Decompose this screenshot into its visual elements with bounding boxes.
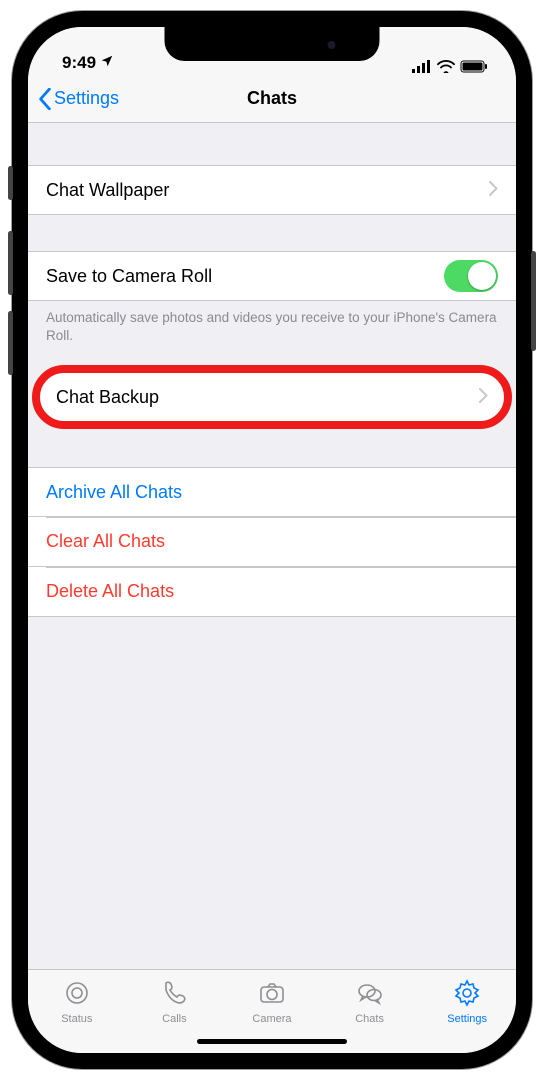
- tab-calls[interactable]: Calls: [126, 978, 224, 1025]
- camera-icon: [257, 978, 287, 1011]
- navigation-bar: Settings Chats: [28, 75, 516, 123]
- tab-status[interactable]: Status: [28, 978, 126, 1025]
- page-title: Chats: [247, 88, 297, 109]
- power-button: [531, 251, 536, 351]
- delete-all-row[interactable]: Delete All Chats: [28, 567, 516, 617]
- mute-switch: [8, 166, 13, 200]
- battery-icon: [460, 60, 488, 73]
- tab-calls-label: Calls: [162, 1013, 186, 1025]
- content-scroll[interactable]: Chat Wallpaper Save to Camera Roll Autom…: [28, 123, 516, 969]
- chats-icon: [355, 978, 385, 1011]
- chat-wallpaper-label: Chat Wallpaper: [46, 180, 489, 201]
- chat-backup-row[interactable]: Chat Backup: [38, 371, 506, 423]
- home-indicator[interactable]: [197, 1039, 347, 1044]
- device-frame: 9:49: [12, 11, 532, 1069]
- chevron-right-icon: [479, 387, 488, 408]
- clear-all-label: Clear All Chats: [46, 531, 498, 552]
- chat-wallpaper-row[interactable]: Chat Wallpaper: [28, 165, 516, 215]
- wifi-icon: [437, 60, 455, 73]
- notch: [165, 27, 380, 61]
- delete-all-label: Delete All Chats: [46, 581, 498, 602]
- archive-all-label: Archive All Chats: [46, 482, 498, 503]
- volume-up-button: [8, 231, 13, 295]
- cellular-icon: [412, 60, 432, 73]
- back-label: Settings: [54, 88, 119, 109]
- tab-settings-label: Settings: [447, 1013, 487, 1025]
- chevron-right-icon: [489, 180, 498, 201]
- save-camera-roll-row[interactable]: Save to Camera Roll: [28, 251, 516, 301]
- clear-all-row[interactable]: Clear All Chats: [28, 517, 516, 567]
- save-camera-roll-label: Save to Camera Roll: [46, 266, 444, 287]
- back-button[interactable]: Settings: [38, 88, 119, 110]
- chat-backup-highlight: Chat Backup: [28, 371, 516, 423]
- tab-camera-label: Camera: [252, 1013, 291, 1025]
- save-camera-roll-toggle[interactable]: [444, 260, 498, 292]
- volume-down-button: [8, 311, 13, 375]
- tab-chats[interactable]: Chats: [321, 978, 419, 1025]
- status-icon: [62, 978, 92, 1011]
- location-icon: [100, 54, 114, 71]
- chat-backup-label: Chat Backup: [56, 387, 479, 408]
- gear-icon: [452, 978, 482, 1011]
- phone-icon: [159, 978, 189, 1011]
- tab-camera[interactable]: Camera: [223, 978, 321, 1025]
- save-camera-roll-note: Automatically save photos and videos you…: [28, 301, 516, 345]
- tab-settings[interactable]: Settings: [418, 978, 516, 1025]
- tab-chats-label: Chats: [355, 1013, 384, 1025]
- status-time: 9:49: [62, 53, 96, 73]
- archive-all-row[interactable]: Archive All Chats: [28, 467, 516, 517]
- tab-status-label: Status: [61, 1013, 92, 1025]
- chevron-left-icon: [38, 88, 52, 110]
